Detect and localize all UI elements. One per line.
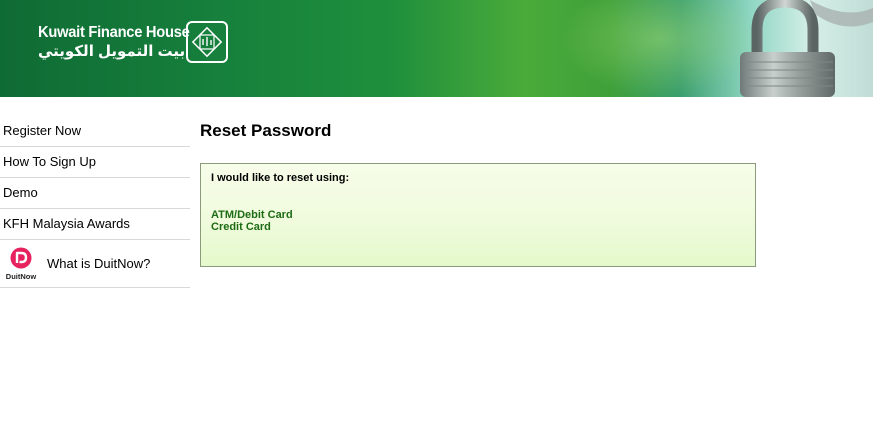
page-title: Reset Password (200, 121, 332, 140)
sidebar-item-duitnow[interactable]: DuitNow What is DuitNow? (0, 240, 190, 288)
sidebar-item-kfh-malaysia-awards[interactable]: KFH Malaysia Awards (0, 209, 190, 240)
reset-option-credit-card-link[interactable]: Credit Card (211, 221, 271, 233)
reset-instructions: I would like to reset using: (211, 172, 350, 184)
kfh-emblem-icon (186, 21, 228, 63)
sidebar-nav: Register Now How To Sign Up Demo KFH Mal… (0, 116, 190, 288)
reset-method-panel: I would like to reset using: ATM/Debit C… (200, 163, 756, 267)
reset-option-atm-debit-card-link[interactable]: ATM/Debit Card (211, 209, 293, 221)
header-highlight (560, 0, 760, 97)
sidebar-item-how-to-sign-up[interactable]: How To Sign Up (0, 147, 190, 178)
duitnow-logo-icon: DuitNow (6, 247, 37, 281)
brand-name-english: Kuwait Finance House (38, 24, 190, 41)
sidebar-item-register-now[interactable]: Register Now (0, 116, 190, 147)
duitnow-logo-text: DuitNow (6, 272, 37, 281)
sidebar-item-label: What is DuitNow? (47, 256, 151, 271)
sidebar-item-demo[interactable]: Demo (0, 178, 190, 209)
brand-logo[interactable]: Kuwait Finance House بيت التمويل الكويتي (38, 24, 203, 61)
site-header: Kuwait Finance House بيت التمويل الكويتي (0, 0, 873, 97)
padlock-icon (740, 0, 873, 97)
brand-name-arabic: بيت التمويل الكويتي (38, 43, 186, 60)
